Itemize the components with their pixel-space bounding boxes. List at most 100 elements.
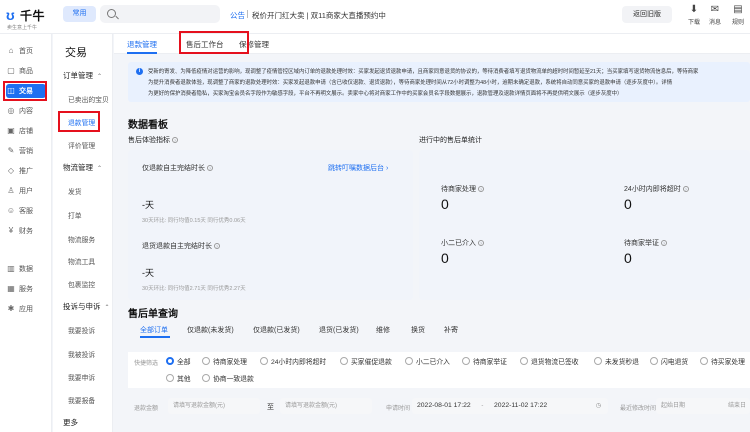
rules-button[interactable]: ▤ 规则 [727, 4, 749, 26]
menu-item-logistics-tools[interactable]: 物流工具 [68, 256, 95, 266]
stat-value[interactable]: 0 [624, 250, 632, 266]
search-input[interactable] [100, 5, 220, 23]
menu-item-report[interactable]: 我要报备 [68, 395, 95, 405]
help-icon[interactable]: ? [478, 186, 484, 193]
apply-time-range[interactable]: 2022-08-01 17:22 - 2022-11-02 17:22 ◷ [412, 398, 608, 414]
query-tab-repair[interactable]: 维修 [376, 325, 390, 335]
menu-item-parcel-monitor[interactable]: 包裹监控 [68, 279, 95, 289]
menu-item-sold[interactable]: 已卖出的宝贝 [68, 94, 109, 104]
stat-label[interactable]: 待商家举证? [624, 238, 667, 248]
nav-item-apps[interactable]: ✱ 应用 [6, 302, 46, 316]
radio-pending-evidence[interactable]: 待商家举证 [462, 356, 507, 366]
highlight-refund-menu [58, 111, 100, 132]
menu-group-order[interactable]: 订单管理 ⌃ [63, 70, 102, 81]
menu-more[interactable]: 更多 [63, 417, 78, 428]
radio-dot [700, 357, 708, 366]
stat-value[interactable]: 0 [624, 196, 632, 212]
stat-label[interactable]: 待商家处理? [441, 184, 484, 194]
radio-other[interactable]: 其他 [166, 373, 191, 383]
stat-label[interactable]: 24小时内即将超时? [624, 184, 689, 194]
nav-label: 财务 [19, 228, 33, 235]
announcement-tag[interactable]: 公告 [230, 10, 245, 21]
query-tab-refund-unshipped[interactable]: 仅退款(未发货) [187, 325, 234, 335]
query-tab-exchange[interactable]: 换货 [411, 325, 425, 335]
nav-item-data[interactable]: ▥ 数据 [6, 262, 46, 276]
nav-item-user[interactable]: ♙ 用户 [6, 184, 46, 198]
menu-item-logistics-service[interactable]: 物流服务 [68, 234, 95, 244]
radio-label: 小二已介入 [416, 359, 450, 366]
menu-item-appeal[interactable]: 我要申诉 [68, 372, 95, 382]
radio-pending-merchant[interactable]: 待商家处理 [202, 356, 247, 366]
date-from-value: 2022-08-01 17:22 [417, 402, 471, 409]
nav-item-promotion[interactable]: ◇ 推广 [6, 164, 46, 178]
goods-icon: ▢ [7, 66, 15, 75]
help-icon[interactable]: ? [682, 186, 689, 193]
dashboard-title: 数据看板 [128, 120, 168, 131]
menu-item-complain[interactable]: 我要投诉 [68, 325, 95, 335]
frequent-button[interactable]: 常用 [63, 6, 96, 22]
nav-item-marketing[interactable]: ✎ 营销 [6, 144, 46, 158]
help-icon[interactable]: ? [478, 240, 484, 247]
nav-item-home[interactable]: ⌂ 首页 [6, 44, 46, 58]
nav-item-service[interactable]: ☺ 客服 [6, 204, 46, 218]
help-icon[interactable]: ? [661, 240, 667, 247]
stat-value[interactable]: 0 [441, 250, 449, 266]
radio-label: 24小时内即将超时 [271, 359, 327, 366]
menu-item-ship[interactable]: 发货 [68, 186, 82, 196]
brand-name: 千牛 [20, 9, 46, 23]
brand-tagline: 卖生意上千牛 [7, 25, 38, 31]
amount-to-input[interactable]: 请填写退款金额(元) [280, 398, 372, 414]
tab-refund-manage[interactable]: 退款管理 [127, 39, 157, 50]
notice-line-2: 为提升消费者退款体验，现调整了商家的退款处理时效：买家发起退款申请（含已收仅退款… [148, 80, 673, 86]
radio-label: 全部 [177, 359, 191, 366]
help-icon[interactable]: ? [207, 165, 213, 172]
menu-group-logistics[interactable]: 物流管理 ⌃ [63, 162, 102, 173]
menu-group-label: 投诉与申诉 [63, 302, 101, 311]
announcement-text[interactable]: 税价开门红大卖 | 双11商家大直播预约中 [252, 10, 386, 21]
last-op-range[interactable]: 起始日期 结束日 [656, 398, 750, 414]
message-button[interactable]: ✉ 消息 [704, 4, 726, 26]
radio-unshipped-instant[interactable]: 未发货秒退 [594, 356, 639, 366]
query-tab-reship[interactable]: 补寄 [444, 325, 458, 335]
radio-return-signed[interactable]: 退货物流已签收 [520, 356, 579, 366]
quick-filter-label: 快捷筛选 [134, 361, 159, 367]
radio-label: 未发货秒退 [605, 359, 639, 366]
highlight-workbench-tab [179, 31, 249, 54]
radio-flash-return[interactable]: 闪电退货 [650, 356, 688, 366]
menu-group-complaint[interactable]: 投诉与申诉 ⌃ [63, 301, 110, 312]
radio-agreed-refund[interactable]: 协商一致退款 [202, 373, 254, 383]
ongoing-stats-title: 进行中的售后单统计 [419, 137, 482, 144]
nav-item-shop[interactable]: ▣ 店铺 [6, 124, 46, 138]
jump-data-link[interactable]: 跳转叮嘱数据后台 › [328, 163, 388, 173]
help-icon[interactable]: ? [172, 137, 178, 144]
stat-value[interactable]: 0 [441, 196, 449, 212]
stat-label[interactable]: 小二已介入? [441, 238, 484, 248]
menu-item-review[interactable]: 评价管理 [68, 140, 95, 150]
query-tab-refund-shipped[interactable]: 仅退款(已发货) [253, 325, 300, 335]
menu-item-print[interactable]: 打单 [68, 210, 82, 220]
query-tab-all[interactable]: 全部订单 [140, 325, 168, 335]
radio-all[interactable]: 全部 [166, 356, 191, 366]
shop-icon: ▣ [7, 126, 15, 135]
radio-buyer-urge[interactable]: 买家催促退款 [340, 356, 392, 366]
amount-from-input[interactable]: 请填写退款金额(元) [168, 398, 260, 414]
nav-item-goods[interactable]: ▢ 商品 [6, 64, 46, 78]
logo-mark-icon: ʊ [6, 7, 15, 23]
nav-item-services[interactable]: ▦ 服务 [6, 282, 46, 296]
radio-timeout-24h[interactable]: 24小时内即将超时 [260, 356, 326, 366]
help-icon[interactable]: ? [214, 243, 220, 250]
radio-dot [202, 374, 210, 383]
radio-staff-involved[interactable]: 小二已介入 [405, 356, 450, 366]
date-to-value: 2022-11-02 17:22 [494, 402, 548, 409]
secondary-nav: 交易 订单管理 ⌃ 已卖出的宝贝 退款管理 评价管理 物流管理 ⌃ 发货 打单 物流… [53, 34, 113, 432]
radio-pending-buyer[interactable]: 待买家处理 [700, 356, 745, 366]
back-to-old-version-button[interactable]: 返回旧版 [622, 6, 672, 23]
query-tab-return[interactable]: 退货(已发货) [319, 325, 359, 335]
nav-item-content[interactable]: ◎ 内容 [6, 104, 46, 118]
nav-item-finance[interactable]: ¥ 财务 [6, 224, 46, 238]
logo[interactable]: ʊ 千牛 卖生意上千牛 [6, 6, 54, 31]
stat-label-text: 待商家处理 [441, 186, 476, 193]
download-icon: ⬇ [689, 4, 699, 15]
download-button[interactable]: ⬇ 下载 [683, 4, 705, 26]
menu-item-complained[interactable]: 我被投诉 [68, 349, 95, 359]
